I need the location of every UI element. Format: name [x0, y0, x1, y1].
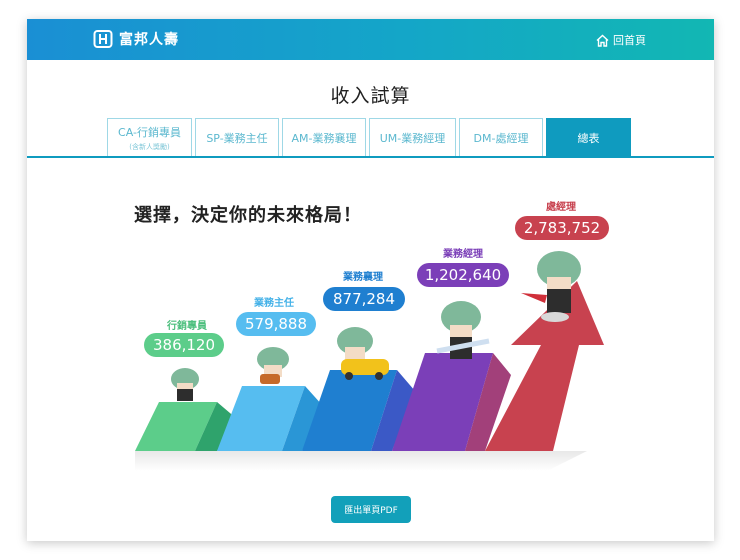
- app-window: 富邦人壽 回首頁 收入試算 CA-行銷專員 (含新人獎勵) SP-業務主任 AM…: [27, 19, 714, 541]
- character-1: [171, 368, 199, 401]
- floor-shadow: [135, 451, 587, 471]
- level-amount-5: 2,783,752: [515, 216, 609, 240]
- level-name-1: 行銷專員: [167, 321, 207, 332]
- character-2: [257, 347, 289, 384]
- character-4: [436, 301, 490, 359]
- level-amount-3: 877,284: [323, 287, 405, 311]
- level-amount-4: 1,202,640: [417, 263, 509, 287]
- level-amount-1: 386,120: [144, 333, 224, 357]
- career-ladder-illustration: [135, 251, 604, 471]
- level-name-4: 業務經理: [443, 249, 483, 260]
- character-3: [337, 327, 389, 380]
- level-name-3: 業務襄理: [343, 272, 383, 283]
- level-amount-2: 579,888: [236, 312, 316, 336]
- level-name-2: 業務主任: [254, 298, 294, 309]
- export-pdf-button[interactable]: 匯出單頁PDF: [331, 496, 411, 523]
- level-name-5: 處經理: [546, 202, 576, 213]
